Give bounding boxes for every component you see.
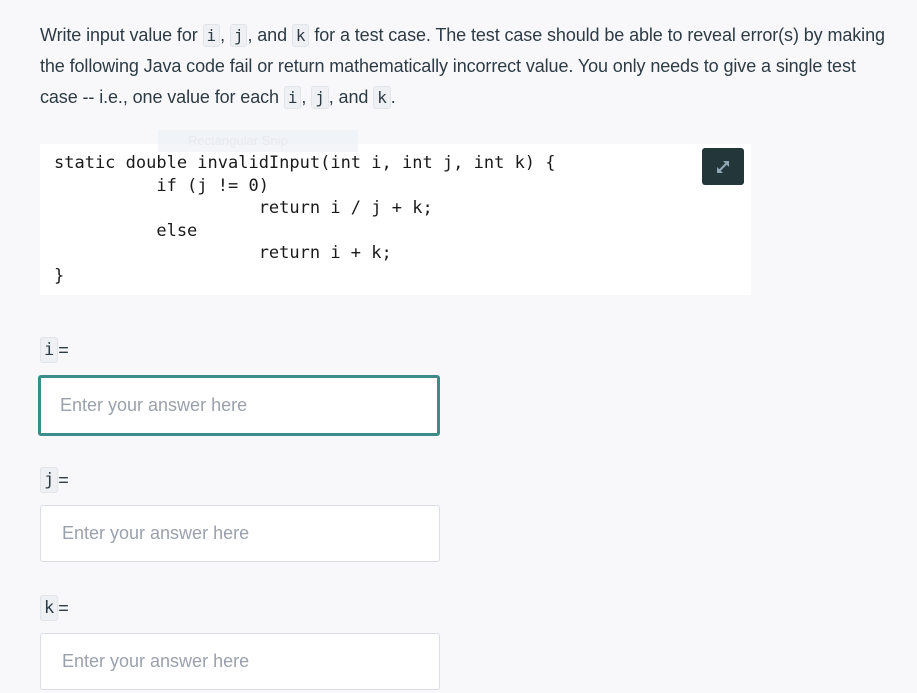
var-name: i <box>40 337 59 363</box>
answer-input-k[interactable] <box>40 633 440 690</box>
inline-code-i: i <box>202 24 221 47</box>
label-i: i = <box>40 337 69 363</box>
code-text: static double invalidInput(int i, int j,… <box>54 153 556 286</box>
equals-sign: = <box>58 597 69 618</box>
answer-input-j[interactable] <box>40 505 440 562</box>
expand-button[interactable] <box>702 148 744 185</box>
equals-sign: = <box>58 339 69 360</box>
prompt-text: , <box>301 87 312 107</box>
inline-code-k: k <box>291 24 310 47</box>
var-name: k <box>40 595 59 621</box>
snip-tool-overlay: Rectangular Snip <box>158 130 358 152</box>
label-j: j = <box>40 467 69 493</box>
prompt-text: , and <box>247 25 292 45</box>
equals-sign: = <box>58 469 69 490</box>
code-snippet: static double invalidInput(int i, int j,… <box>40 144 751 295</box>
prompt-text: Write input value for <box>40 25 203 45</box>
inline-code-i: i <box>283 86 302 109</box>
prompt-text: , and <box>328 87 374 107</box>
label-k: k = <box>40 595 69 621</box>
var-name: j <box>40 467 59 493</box>
inline-code-j: j <box>229 24 248 47</box>
inline-code-k: k <box>373 86 391 109</box>
inline-code-j: j <box>311 86 329 109</box>
prompt-text: . <box>390 87 396 107</box>
answer-input-i[interactable] <box>38 375 440 436</box>
expand-arrows-icon <box>717 160 729 173</box>
question-prompt: Write input value for i, j, and k for a … <box>40 20 890 113</box>
prompt-text: , <box>220 25 230 45</box>
